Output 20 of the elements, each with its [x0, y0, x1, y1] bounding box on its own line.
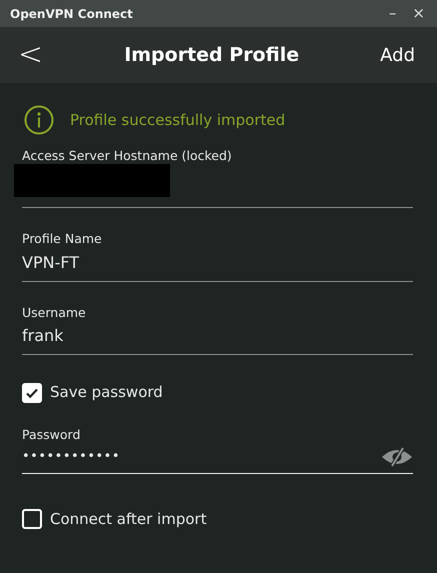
add-button[interactable]: Add [380, 42, 415, 68]
password-field[interactable]: •••••••••••• [22, 444, 413, 474]
close-button[interactable]: × [408, 6, 429, 21]
checkbox-label: Save password [50, 382, 163, 404]
text-field[interactable]: VPN-FT [22, 248, 413, 282]
hidden-eye-icon[interactable] [381, 446, 413, 466]
field-label: Password [22, 426, 82, 444]
text-field[interactable]: frank [22, 322, 413, 356]
page-title: Imported Profile [124, 42, 300, 68]
field-label: Username [22, 304, 87, 322]
field-label: Access Server Hostname (locked) [22, 147, 233, 165]
checkbox[interactable] [22, 508, 42, 529]
field-label: Profile Name [22, 230, 103, 248]
back-button[interactable]: < [18, 40, 44, 70]
success-message: Profile successfully imported [70, 110, 286, 131]
checkbox[interactable] [22, 382, 42, 402]
info-icon [24, 105, 54, 135]
minimize-button[interactable]: – [384, 6, 400, 21]
window-title: OpenVPN Connect [10, 6, 133, 22]
checkbox-label: Connect after import [50, 508, 207, 530]
